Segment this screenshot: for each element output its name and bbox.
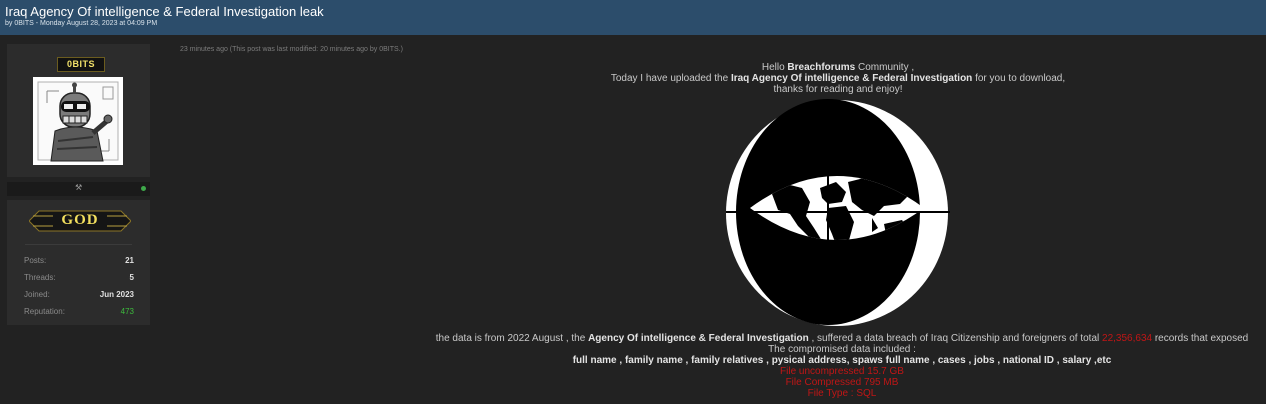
stat-label: Threads:	[24, 273, 56, 282]
stat-label: Joined:	[24, 290, 50, 299]
fields-list: full name , family name , family relativ…	[572, 355, 1112, 366]
stat-value: 21	[125, 256, 134, 265]
text: for you to download,	[972, 73, 1066, 84]
rank-label: GOD	[61, 212, 99, 228]
file-compressed: File Compressed 795 MB	[785, 377, 899, 388]
file-uncompressed: File uncompressed 15.7 GB	[780, 366, 904, 377]
post-body-details: the data is from 2022 August , the Agenc…	[418, 333, 1266, 399]
text: Community ,	[855, 62, 915, 73]
agency-logo-image	[724, 98, 951, 328]
upload-name: Iraq Agency Of intelligence & Federal In…	[730, 73, 973, 84]
fields-line: full name , family name , family relativ…	[418, 355, 1266, 366]
stat-threads: Threads: 5	[24, 273, 134, 282]
author-status-bar: ⚒	[7, 182, 150, 196]
thread-header: Iraq Agency Of intelligence & Federal In…	[0, 0, 1266, 35]
post-body-intro: Hello Breachforums Community , Today I h…	[410, 62, 1266, 95]
stat-posts: Posts: 21	[24, 256, 134, 265]
text: Today I have uploaded the	[610, 73, 731, 84]
avatar[interactable]	[33, 77, 123, 165]
reputation-link[interactable]: 473	[121, 307, 134, 316]
crossed-tools-icon: ⚒	[75, 183, 83, 192]
rank-badge: GOD	[29, 208, 131, 234]
stat-joined: Joined: Jun 2023	[24, 290, 134, 299]
file-type: File Type : SQL	[807, 388, 877, 399]
breach-summary-line: the data is from 2022 August , the Agenc…	[418, 333, 1266, 344]
text: the data is from 2022 August , the	[435, 333, 589, 344]
compromised-heading: The compromised data included :	[768, 344, 916, 355]
upload-line: Today I have uploaded the Iraq Agency Of…	[410, 73, 1266, 84]
text: records that exposed	[1152, 333, 1249, 344]
stat-label: Posts:	[24, 256, 47, 265]
stat-label: Reputation:	[24, 307, 65, 316]
stat-reputation: Reputation: 473	[24, 307, 134, 316]
author-stats-box: GOD Posts: 21 Threads: 5 Joined: Jun 202…	[7, 200, 150, 325]
text: , suffered a data breach of Iraq Citizen…	[808, 333, 1103, 344]
greeting-line: Hello Breachforums Community ,	[410, 62, 1266, 73]
community-name: Breachforums	[787, 62, 856, 73]
record-count: 22,356,634	[1102, 333, 1153, 344]
thanks-line: thanks for reading and enjoy!	[773, 84, 903, 95]
author-username[interactable]: 0BITS	[57, 57, 105, 72]
agency-name: Agency Of intelligence & Federal Investi…	[588, 333, 809, 344]
author-card: 0BITS	[7, 44, 150, 177]
stat-value: Jun 2023	[99, 290, 134, 299]
post-meta: 23 minutes ago (This post was last modif…	[180, 46, 403, 53]
text: Hello	[761, 62, 788, 73]
divider	[25, 244, 132, 245]
stat-value: 5	[129, 273, 134, 282]
thread-byline: by 0BITS - Monday August 28, 2023 at 04:…	[5, 20, 158, 27]
thread-title: Iraq Agency Of intelligence & Federal In…	[5, 4, 324, 19]
online-indicator	[141, 186, 146, 191]
